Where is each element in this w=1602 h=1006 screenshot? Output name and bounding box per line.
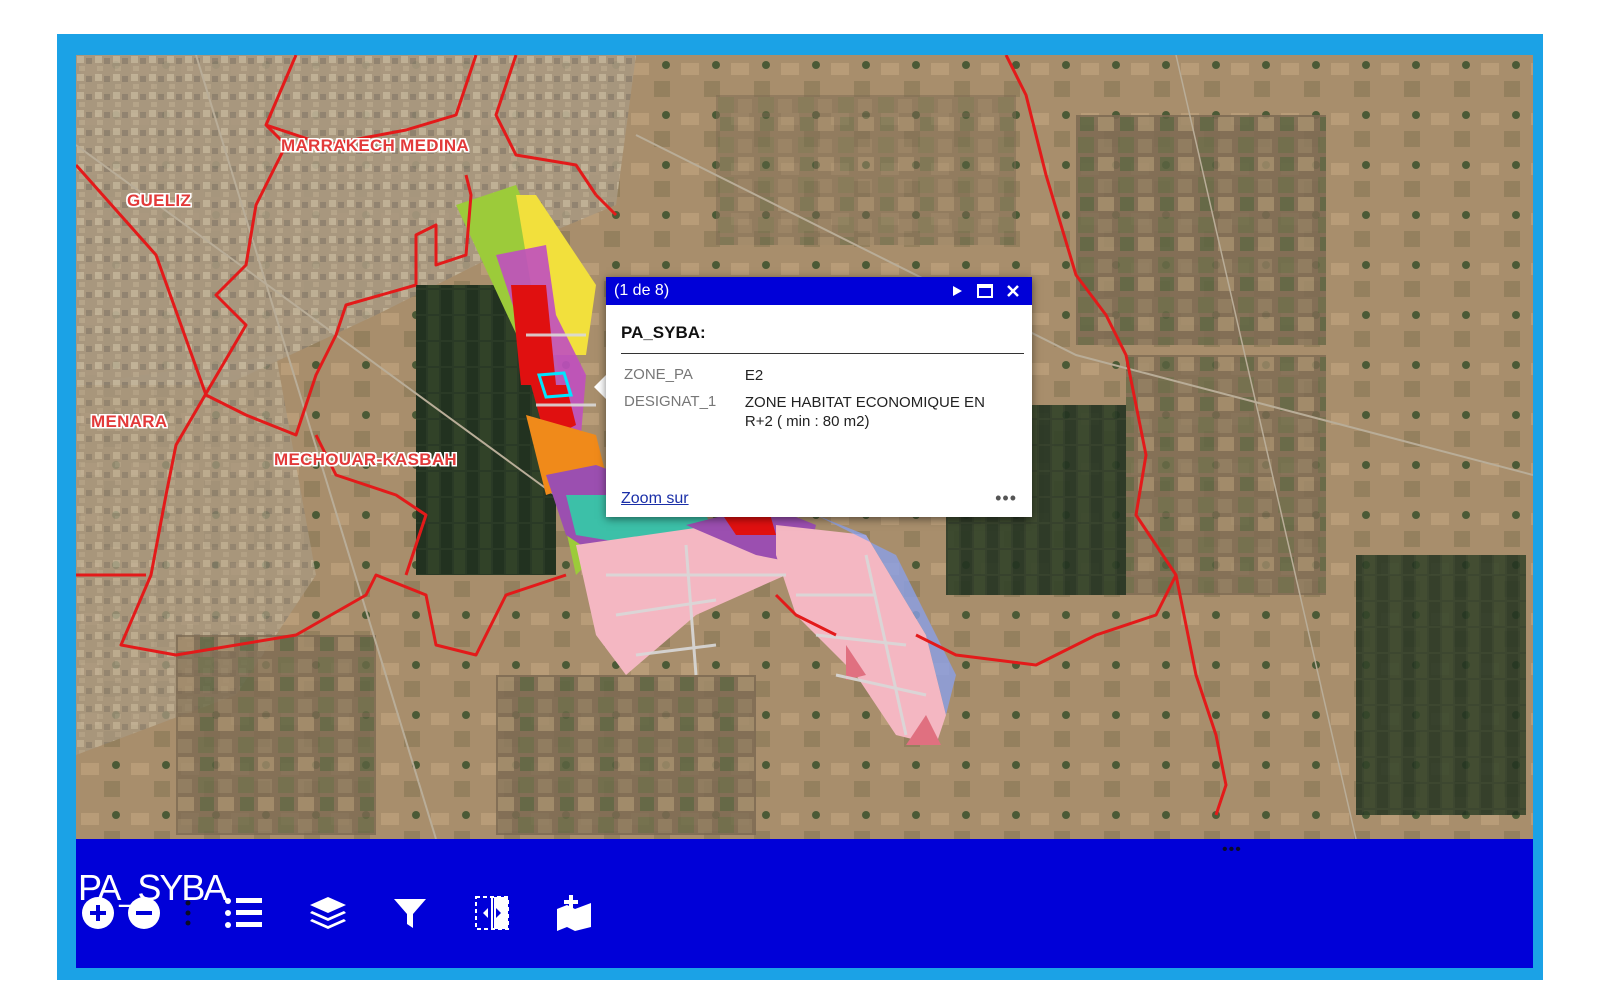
map-view[interactable]: MARRAKECH MEDINA GUELIZ MENARA MECHOUAR-… <box>76 55 1533 839</box>
legend-button[interactable] <box>222 893 266 937</box>
popup-divider <box>621 353 1024 354</box>
panel-resize-handle[interactable]: ••• <box>1222 841 1242 859</box>
filter-icon <box>392 895 428 936</box>
attribute-value: E2 <box>744 367 764 384</box>
close-icon[interactable] <box>1002 280 1024 302</box>
attribute-key: DESIGNAT_1 <box>624 393 717 410</box>
feature-popup: (1 de 8) PA_SYBA: ZONE_PA E2 DESIGNAT_1 … <box>606 277 1032 517</box>
layers-button[interactable] <box>306 893 350 937</box>
legend-list-icon <box>224 896 264 935</box>
popup-footer: Zoom sur ••• <box>621 488 1017 509</box>
popup-counter: (1 de 8) <box>614 282 670 299</box>
popup-title: PA_SYBA: <box>621 323 706 342</box>
add-data-icon <box>555 894 593 936</box>
next-feature-icon[interactable] <box>946 280 968 302</box>
popup-header: (1 de 8) <box>606 277 1032 305</box>
zoom-to-link[interactable]: Zoom sur <box>621 490 995 508</box>
layers-icon <box>308 895 348 936</box>
district-label-gueliz: GUELIZ <box>127 191 192 210</box>
attribute-value: ZONE HABITAT ECONOMIQUE EN R+2 ( min : 8… <box>744 394 985 430</box>
district-label-marrakech-medina: MARRAKECH MEDINA <box>281 136 470 155</box>
zoom-out-icon <box>126 895 162 936</box>
split-view-button[interactable] <box>470 893 514 937</box>
split-view-icon <box>474 895 510 936</box>
vertical-ellipsis-icon <box>184 899 192 932</box>
attribute-table: ZONE_PA E2 DESIGNAT_1 ZONE HABITAT ECONO… <box>621 364 1017 437</box>
maximize-icon[interactable] <box>974 280 996 302</box>
attribute-key: ZONE_PA <box>624 366 693 383</box>
more-actions-button[interactable]: ••• <box>995 488 1017 509</box>
district-label-mechouar-kasbah: MECHOUAR-KASBAH <box>274 450 457 469</box>
zoom-out-button[interactable] <box>122 893 166 937</box>
toolbar-separator <box>166 893 210 937</box>
district-label-menara: MENARA <box>91 412 168 431</box>
app-window: MARRAKECH MEDINA GUELIZ MENARA MECHOUAR-… <box>76 55 1533 968</box>
attribute-row: DESIGNAT_1 ZONE HABITAT ECONOMIQUE EN R+… <box>621 391 1017 437</box>
add-data-button[interactable] <box>552 893 596 937</box>
zoom-in-icon <box>80 895 116 936</box>
filter-button[interactable] <box>388 893 432 937</box>
attribute-row: ZONE_PA E2 <box>621 364 1017 391</box>
zoom-in-button[interactable] <box>76 893 120 937</box>
popup-pointer <box>594 375 606 399</box>
